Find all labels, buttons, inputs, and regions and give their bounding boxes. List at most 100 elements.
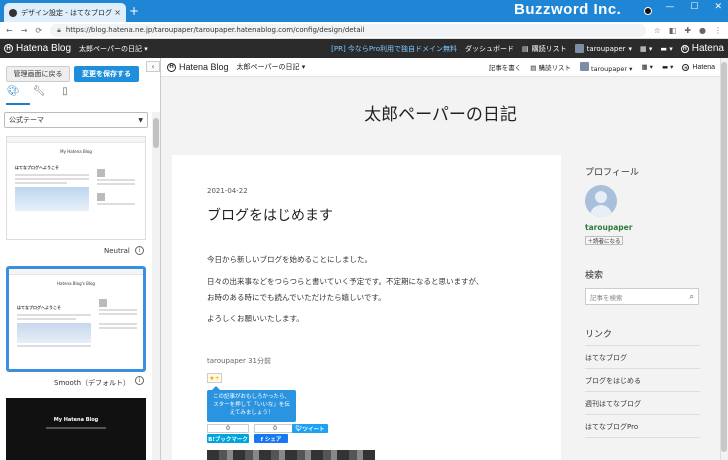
close-window-button[interactable]: ✕	[714, 2, 722, 12]
link-item[interactable]: はてなブログ	[585, 353, 627, 363]
divider	[585, 391, 700, 392]
account-icon[interactable]: ●	[699, 26, 706, 35]
tweet-button[interactable]: 🐦︎ ツイート	[292, 424, 328, 433]
sidebar-scrollbar-thumb[interactable]	[153, 118, 159, 148]
theme-card-smooth[interactable]: Hatena Blog's Blog はてなブログへようこそ	[6, 266, 146, 372]
divider	[585, 414, 700, 415]
theme-preview-title: Hatena Blog's Blog	[57, 281, 95, 286]
smartphone-icon[interactable]: ▯	[52, 86, 78, 97]
notifications-icon[interactable]: ▬ ▾	[660, 45, 672, 53]
write-post-link[interactable]: 記事を書く	[489, 62, 522, 72]
hatena-bookmark-button[interactable]: B!ブックマーク	[207, 434, 249, 443]
divider	[585, 345, 700, 346]
reload-icon[interactable]: ⟳	[35, 26, 42, 35]
divider	[585, 368, 700, 369]
avatar	[574, 44, 584, 53]
theme-card-dark[interactable]: My Hatena Blog	[6, 398, 146, 460]
search-heading: 検索	[585, 271, 604, 281]
menu-dots-icon[interactable]: ⋮	[714, 26, 722, 35]
link-item[interactable]: ブログをはじめる	[585, 376, 641, 386]
preview-reading-list-link[interactable]: ▤ 購読リスト	[530, 62, 571, 72]
profile-name-link[interactable]: taroupaper	[585, 223, 632, 232]
hatena-link[interactable]: H Hatena	[682, 63, 715, 71]
profile-avatar[interactable]	[585, 185, 617, 217]
blog-search-input[interactable]: 記事を検索 ⌕	[585, 288, 699, 305]
post-title[interactable]: ブログをはじめます	[207, 205, 333, 225]
blog-title[interactable]: 太郎ペーパーの日記	[161, 100, 720, 125]
add-star-button[interactable]: ★+	[207, 373, 222, 383]
theme-preview-post: はてなブログへようこそ	[15, 165, 89, 211]
forward-arrow-icon[interactable]: →	[21, 26, 28, 35]
puzzle-icon[interactable]: ✚	[684, 26, 691, 35]
collapse-sidebar-button[interactable]: ‹	[146, 61, 160, 72]
reading-list-link[interactable]: ▤ 購読リスト	[522, 44, 567, 54]
url-text: https://blog.hatena.ne.jp/taroupaper/tar…	[65, 26, 365, 34]
notifications-icon[interactable]: ▬ ▾	[662, 63, 673, 71]
lock-icon: 🔒︎	[57, 25, 61, 34]
dashboard-link[interactable]: ダッシュボード	[465, 44, 514, 54]
link-item[interactable]: 週刊はてなブログ	[585, 399, 641, 409]
facebook-count: 0	[254, 424, 296, 433]
maximize-button[interactable]: ☐	[690, 2, 698, 12]
post-paragraph: よろしくお願いいたします。	[207, 314, 304, 323]
browser-tab[interactable]: デザイン設定 - はてなブログ ×	[4, 3, 126, 22]
link-item[interactable]: はてなブログPro	[585, 422, 638, 432]
bookmark-star-icon[interactable]: ☆	[654, 26, 661, 35]
back-to-admin-button[interactable]: 管理画面に戻る	[6, 66, 70, 82]
theme-select-value: 公式テーマ	[9, 116, 44, 124]
facebook-share-button[interactable]: f シェア	[254, 434, 288, 443]
post-paragraph: 日々の出来事などをつらつらと書いていく予定です。不定期になると思いますが、	[207, 277, 484, 286]
window-brand: Buzzword Inc.	[514, 1, 622, 18]
blog-name-menu[interactable]: 太郎ペーパーの日記 ▾	[79, 44, 148, 54]
divider	[585, 437, 700, 438]
post-date[interactable]: 2021-04-22	[207, 187, 248, 195]
hatena-blog-logo[interactable]: H Hatena Blog	[4, 43, 71, 54]
hatena-link[interactable]: H Hatena	[680, 43, 724, 54]
preview-user-menu[interactable]: taroupaper ▾	[579, 61, 632, 73]
theme-palette-icon[interactable]: 🎨︎	[0, 86, 26, 97]
save-changes-button[interactable]: 変更を保存する	[74, 66, 139, 82]
theme-category-select[interactable]: 公式テーマ ▼	[4, 112, 148, 128]
theme-info-icon[interactable]: i	[135, 246, 144, 255]
avatar	[579, 61, 589, 71]
apps-grid-icon[interactable]: ▦ ▾	[640, 45, 652, 53]
post-author-line[interactable]: taroupaper 31分前	[207, 356, 271, 366]
blog-name-text: 太郎ペーパーの日記	[79, 44, 142, 53]
back-arrow-icon[interactable]: ←	[6, 26, 13, 35]
browser-profile-icon[interactable]	[644, 7, 652, 15]
new-tab-button[interactable]: +	[129, 3, 139, 19]
theme-preview-title: My Hatena Blog	[60, 149, 92, 154]
theme-preview-photo	[17, 323, 91, 343]
tab-close-icon[interactable]: ×	[114, 8, 121, 17]
hatena-global-bar: H Hatena Blog 太郎ペーパーの日記 ▾ [PR] 今ならPro利用で独…	[0, 39, 728, 58]
search-placeholder: 記事を検索	[590, 293, 623, 302]
theme-preview-photo	[15, 187, 89, 211]
become-reader-button[interactable]: ＋読者になる	[585, 236, 623, 245]
customize-wrench-icon[interactable]: 🔧︎	[26, 86, 52, 97]
sidebar-scrollbar[interactable]	[152, 112, 160, 460]
window-controls: — ☐ ✕	[665, 2, 722, 12]
minimize-button[interactable]: —	[665, 2, 674, 12]
preview-scrollbar-thumb[interactable]	[721, 62, 727, 452]
extensions-icon[interactable]: ◧	[669, 26, 677, 35]
theme-label-neutral: Neutral	[104, 247, 130, 255]
preview-blog-name-menu[interactable]: 太郎ペーパーの日記 ▾	[237, 62, 306, 72]
url-bar[interactable]: 🔒︎ https://blog.hatena.ne.jp/taroupaper/…	[50, 23, 646, 37]
hatena-text: Hatena	[692, 63, 715, 71]
apps-grid-icon[interactable]: ▦ ▾	[641, 63, 652, 71]
theme-info-icon[interactable]: i	[135, 376, 144, 385]
blog-name-text: 太郎ペーパーの日記	[236, 63, 300, 71]
pro-promo-link[interactable]: [PR] 今ならPro利用で独自ドメイン無料	[331, 44, 457, 54]
active-tab-underline	[6, 103, 30, 105]
post-paragraph: 今日から新しいブログを始めることにしました。	[207, 255, 372, 264]
theme-preview-post-title: はてなブログへようこそ	[15, 165, 59, 170]
reading-list-text: 購読リスト	[531, 44, 567, 53]
preview-hatena-blog-logo[interactable]: H Hatena Blog	[167, 62, 229, 72]
theme-preview-nav	[9, 269, 143, 275]
logo-text: Hatena Blog	[16, 43, 72, 54]
search-icon[interactable]: ⌕	[690, 292, 694, 302]
theme-card-neutral[interactable]: My Hatena Blog はてなブログへようこそ	[6, 136, 146, 240]
user-menu[interactable]: taroupaper ▾	[574, 44, 632, 53]
hatena-logo-icon: H	[680, 44, 689, 53]
star-tooltip: この記事がおもしろかったら、スターを押して「いいな」を伝えてみましょう！	[207, 390, 296, 422]
